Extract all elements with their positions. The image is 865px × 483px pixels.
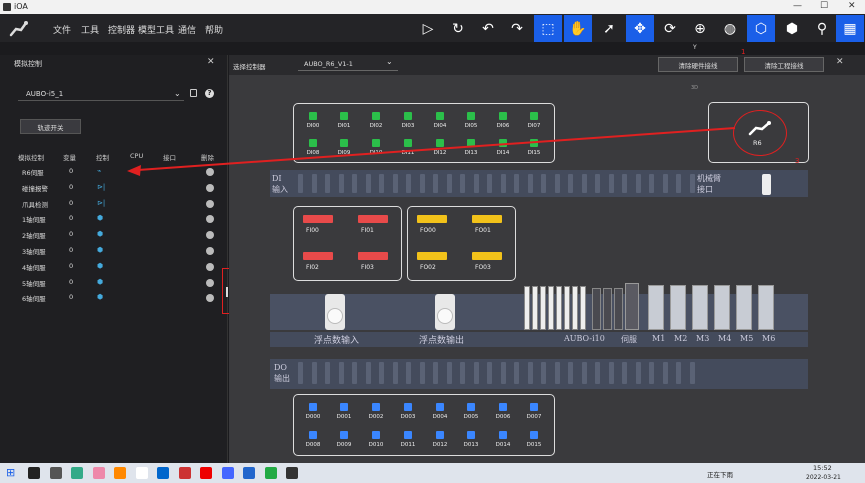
tree-icon: ⚲ <box>816 20 828 37</box>
taskbar-app-icon[interactable] <box>71 467 83 479</box>
cursor-select-button[interactable]: ⬚ <box>534 15 562 42</box>
pointer-icon: ➚ <box>603 20 615 37</box>
tree-button[interactable]: ⚲ <box>808 15 836 42</box>
redo-circle-button[interactable]: ↻ <box>444 15 472 42</box>
taskbar <box>0 463 865 483</box>
taskbar-app-icon[interactable] <box>221 467 234 479</box>
cube-icon: ⬢ <box>785 20 799 37</box>
settings-hex-button[interactable]: ⬡ <box>747 15 775 42</box>
play-icon: ▷ <box>422 20 434 37</box>
taskbar-app-icon[interactable] <box>49 467 62 479</box>
redo-button[interactable]: ↷ <box>503 15 531 42</box>
taskbar-app-icon[interactable] <box>92 467 105 479</box>
pointer-button[interactable]: ➚ <box>595 15 623 42</box>
settings-hex-icon: ⬡ <box>754 20 768 37</box>
move-icon: ✥ <box>634 20 646 37</box>
play-button[interactable]: ▷ <box>414 15 442 42</box>
rotate-icon: ⟳ <box>664 20 676 37</box>
taskbar-app-icon[interactable] <box>28 467 40 479</box>
weather-text: 正在下雨 <box>707 471 733 479</box>
cube-button[interactable]: ⬢ <box>778 15 806 42</box>
taskbar-app-icon[interactable] <box>157 467 169 479</box>
taskbar-app-icon[interactable] <box>114 467 126 479</box>
taskbar-app-icon[interactable] <box>264 467 277 479</box>
taskbar-app-icon[interactable] <box>135 467 148 479</box>
cursor-select-icon: ⬚ <box>541 20 555 37</box>
rotate-button[interactable]: ⟳ <box>656 15 684 42</box>
clock-date[interactable]: 2022-03-21 <box>806 474 841 481</box>
taskbar-app-icon[interactable] <box>243 467 255 479</box>
redo-icon: ↷ <box>511 20 523 37</box>
move-button[interactable]: ✥ <box>626 15 654 42</box>
hand-pan-button[interactable]: ✋ <box>564 15 592 42</box>
windows-start-icon[interactable]: ⊞ <box>6 466 15 479</box>
clock-time[interactable]: 15:52 <box>813 464 832 472</box>
grid-icon: ▦ <box>843 20 857 37</box>
taskbar-app-icon[interactable] <box>178 467 191 479</box>
taskbar-app-icon[interactable] <box>286 467 298 479</box>
globe-icon: ◍ <box>723 20 737 37</box>
grid-button[interactable]: ▦ <box>836 15 864 42</box>
crosshair-icon: ⊕ <box>694 20 706 37</box>
redo-circle-icon: ↻ <box>452 20 464 37</box>
undo-icon: ↶ <box>482 20 494 37</box>
globe-button[interactable]: ◍ <box>716 15 744 42</box>
annotation-arrow <box>127 127 736 176</box>
taskbar-app-icon[interactable] <box>200 467 212 479</box>
undo-button[interactable]: ↶ <box>474 15 502 42</box>
crosshair-button[interactable]: ⊕ <box>686 15 714 42</box>
hand-pan-icon: ✋ <box>569 20 587 37</box>
